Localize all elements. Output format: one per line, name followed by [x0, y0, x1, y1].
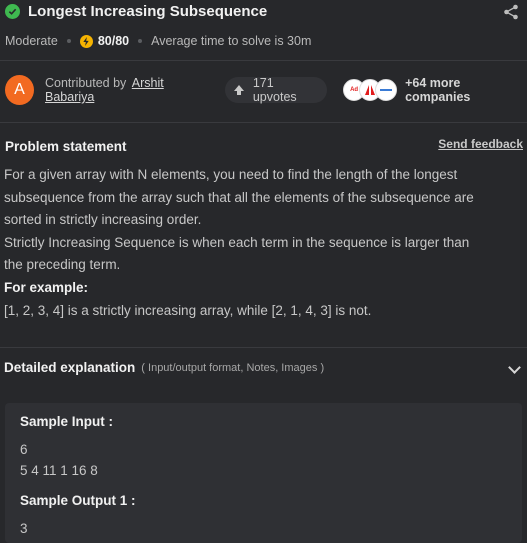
problem-header: Longest Increasing Subsequence Moderate … [0, 0, 527, 60]
detailed-explanation-subtitle: ( Input/output format, Notes, Images ) [141, 361, 325, 374]
detailed-explanation-toggle[interactable]: Detailed explanation ( Input/output form… [4, 360, 523, 375]
divider [0, 122, 527, 123]
sample-output-label: Sample Output 1 : [20, 493, 136, 508]
separator-dot [66, 39, 71, 43]
contributor-text: Contributed by Arshit Babariya [45, 76, 211, 104]
detailed-explanation-title: Detailed explanation [4, 360, 136, 375]
problem-title: Longest Increasing Subsequence [28, 3, 268, 20]
statement-line: sorted in strictly increasing order. [4, 212, 202, 227]
sample-input-line: 5 4 11 1 16 8 [20, 463, 98, 478]
company-logos[interactable]: Ad [343, 79, 398, 101]
send-feedback-link[interactable]: Send feedback [438, 137, 523, 151]
lightning-icon [79, 34, 93, 48]
contributor-row: A Contributed by Arshit Babariya 171 upv… [5, 75, 525, 105]
avatar: A [5, 75, 34, 105]
separator-dot [138, 39, 143, 43]
upvote-arrow-icon [233, 85, 244, 95]
share-icon[interactable] [503, 4, 519, 20]
example-heading: For example: [4, 279, 89, 295]
sample-input-line: 6 [20, 442, 28, 457]
more-companies-link[interactable]: +64 more companies [405, 76, 525, 104]
upvote-button[interactable]: 171 upvotes [224, 76, 328, 104]
upvote-count: 171 upvotes [252, 76, 297, 104]
meta-row: Moderate 80/80 Average time to solve is … [5, 34, 311, 48]
check-circle-icon [5, 4, 20, 19]
statement-line: For a given array with N elements, you n… [4, 167, 458, 182]
statement-line: Strictly Increasing Sequence is when eac… [4, 234, 470, 250]
example-text: [1, 2, 3, 4] is a strictly increasing ar… [4, 303, 372, 318]
statement-line: subsequence from the array such that all… [4, 189, 474, 205]
score-value: 80/80 [97, 34, 130, 48]
statement-line: the preceding term. [4, 257, 121, 272]
problem-statement-heading: Problem statement [5, 139, 127, 154]
problem-statement-body: For a given array with N elements, you n… [4, 164, 522, 299]
divider [0, 347, 527, 348]
divider [0, 60, 527, 61]
average-time: Average time to solve is 30m [151, 34, 312, 48]
company-logo [375, 79, 398, 101]
sample-input-label: Sample Input : [20, 414, 114, 429]
difficulty-label: Moderate [5, 34, 58, 48]
chevron-down-icon [508, 361, 521, 374]
contributor-prefix: Contributed by [45, 76, 127, 90]
sample-output-value: 3 [20, 521, 28, 536]
sample-box: Sample Input : 6 5 4 11 1 16 8 Sample Ou… [5, 403, 522, 543]
title-row: Longest Increasing Subsequence [5, 3, 267, 20]
